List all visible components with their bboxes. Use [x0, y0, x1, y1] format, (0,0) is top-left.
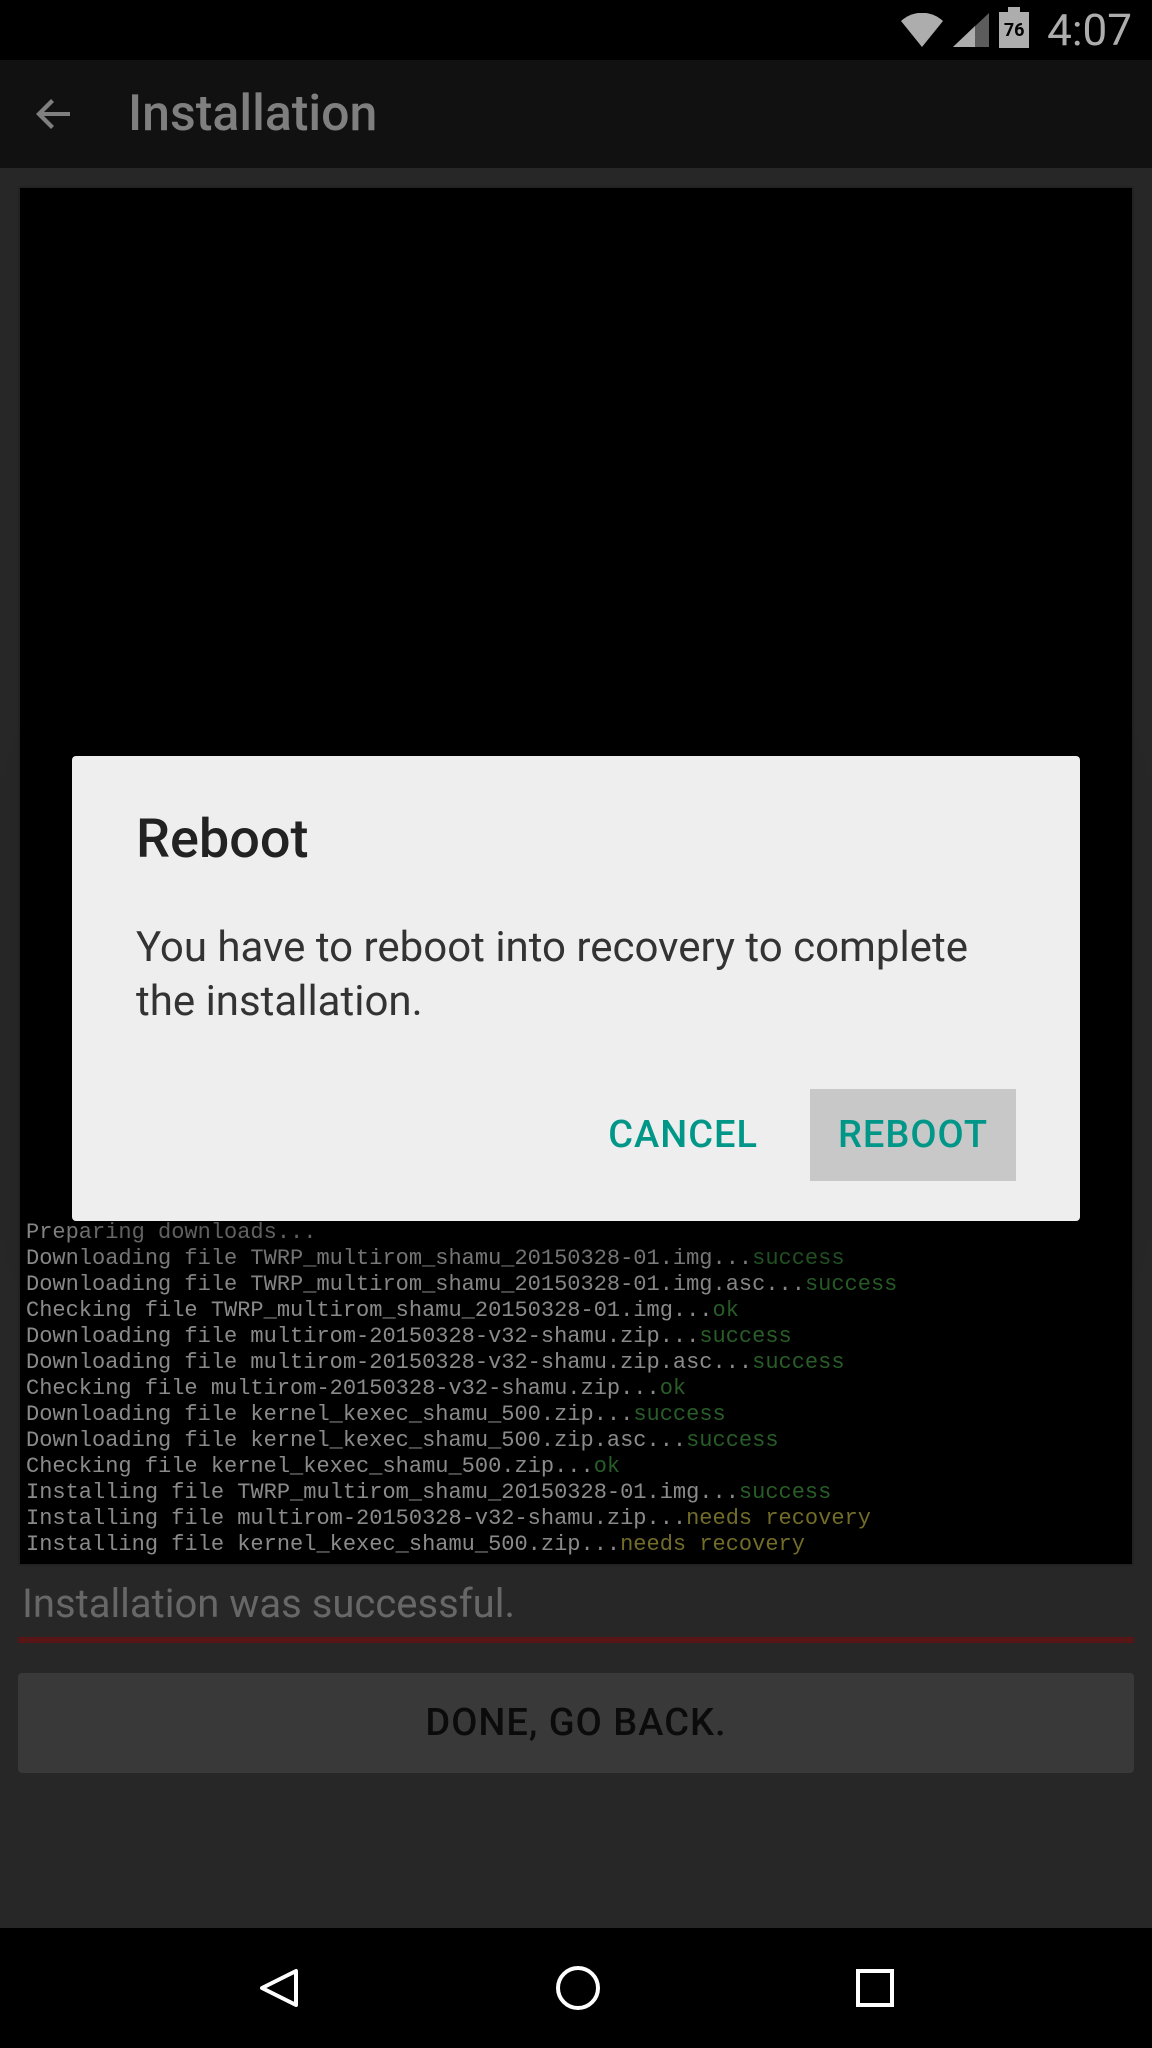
cancel-button[interactable]: CANCEL	[580, 1089, 786, 1181]
dialog-actions: CANCEL REBOOT	[136, 1089, 1016, 1181]
reboot-button[interactable]: REBOOT	[810, 1089, 1016, 1181]
nav-back-icon[interactable]	[252, 1961, 306, 2015]
dialog-message: You have to reboot into recovery to comp…	[136, 921, 1016, 1029]
dialog-title: Reboot	[136, 808, 1016, 871]
navigation-bar	[0, 1928, 1152, 2048]
nav-home-icon[interactable]	[551, 1961, 605, 2015]
reboot-dialog: Reboot You have to reboot into recovery …	[72, 756, 1080, 1221]
nav-recent-icon[interactable]	[850, 1963, 900, 2013]
